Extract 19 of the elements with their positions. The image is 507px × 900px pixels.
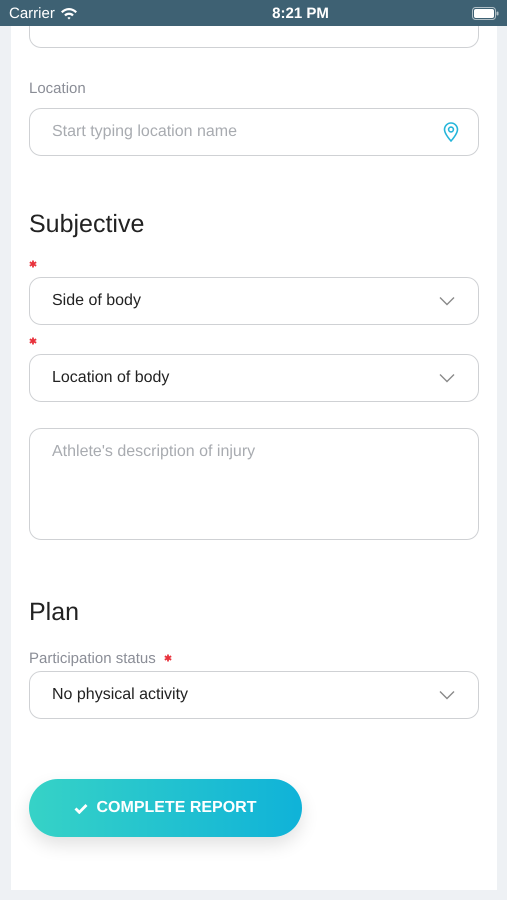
description-field[interactable]: Athlete's description of injury — [29, 428, 479, 540]
chevron-down-icon — [439, 690, 455, 700]
location-pin-icon — [443, 121, 459, 142]
dropdown-field[interactable] — [29, 26, 479, 48]
dropdown-field[interactable]: Side of body — [29, 277, 479, 325]
field-label: Participation status — [29, 650, 156, 666]
dropdown-field[interactable]: No physical activity — [29, 671, 479, 719]
section-heading: Plan — [29, 598, 80, 627]
location-field[interactable]: Start typing location name — [29, 108, 479, 156]
chevron-down-icon — [439, 373, 455, 383]
battery-icon — [472, 6, 499, 20]
field-label: Location — [29, 80, 86, 96]
clock-time: 8:21 PM — [272, 4, 329, 22]
wifi-icon — [60, 6, 78, 20]
dropdown-field[interactable]: Location of body — [29, 354, 479, 402]
section-heading: Subjective — [29, 210, 146, 239]
checkmark-icon — [74, 802, 88, 814]
chevron-down-icon — [439, 296, 455, 306]
carrier-name: Carrier — [9, 4, 55, 22]
